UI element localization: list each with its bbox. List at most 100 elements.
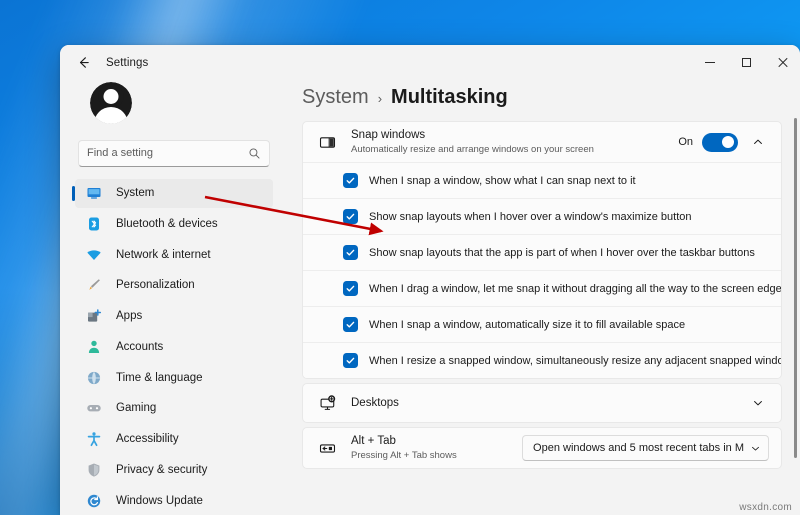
search-icon: [248, 147, 261, 160]
sidebar-item-label: Windows Update: [116, 494, 203, 507]
snap-option-label: Show snap layouts that the app is part o…: [369, 246, 755, 259]
sidebar-nav-list: System Bluetooth & devices Network & int…: [72, 178, 276, 515]
toggle-knob: [722, 136, 734, 148]
alt-tab-subtitle: Pressing Alt + Tab shows: [351, 450, 457, 461]
snap-option-label: When I drag a window, let me snap it wit…: [369, 282, 782, 295]
checkbox-checked-icon[interactable]: [343, 281, 358, 296]
snap-layout-icon: [317, 134, 337, 151]
snap-windows-text: Snap windows Automatically resize and ar…: [351, 128, 678, 156]
brush-icon: [85, 277, 103, 293]
alt-tab-card: Alt + Tab Pressing Alt + Tab shows Open …: [302, 427, 782, 469]
alt-tab-icon: [317, 440, 337, 457]
sidebar-item-personalization[interactable]: Personalization: [75, 271, 273, 300]
checkbox-checked-icon[interactable]: [343, 245, 358, 260]
breadcrumb: System › Multitasking: [302, 80, 782, 121]
snap-option-row[interactable]: When I snap a window, automatically size…: [303, 306, 781, 342]
sidebar-item-network-internet[interactable]: Network & internet: [75, 240, 273, 269]
alt-tab-text: Alt + Tab Pressing Alt + Tab shows: [351, 434, 522, 462]
main-content: System › Multitasking Snap windows Autom…: [288, 80, 800, 515]
sidebar-item-label: Bluetooth & devices: [116, 217, 218, 230]
apps-icon: [85, 308, 103, 324]
sidebar-item-label: Gaming: [116, 402, 157, 415]
window-controls: [692, 45, 800, 80]
alt-tab-controls: Open windows and 5 most recent tabs in M: [522, 435, 769, 461]
snap-option-label: When I resize a snapped window, simultan…: [369, 354, 782, 367]
breadcrumb-parent[interactable]: System: [302, 86, 369, 109]
checkbox-checked-icon[interactable]: [343, 209, 358, 224]
back-icon[interactable]: [68, 48, 98, 78]
desktops-text: Desktops: [351, 396, 747, 410]
window-body: System Bluetooth & devices: [60, 80, 800, 515]
search-box[interactable]: [78, 140, 270, 167]
search-input[interactable]: [87, 147, 248, 160]
shield-icon: [85, 462, 103, 478]
chevron-down-icon: [750, 443, 761, 454]
avatar-container: [72, 80, 276, 124]
snap-windows-subtitle: Automatically resize and arrange windows…: [351, 144, 594, 155]
sidebar-item-time-language[interactable]: Time & language: [75, 363, 273, 392]
snap-windows-header[interactable]: Snap windows Automatically resize and ar…: [303, 122, 781, 162]
sidebar-item-accessibility[interactable]: Accessibility: [75, 425, 273, 454]
snap-windows-controls: On: [678, 131, 769, 153]
sidebar-item-gaming[interactable]: Gaming: [75, 394, 273, 423]
desktops-controls: [747, 392, 769, 414]
minimize-button[interactable]: [692, 45, 728, 80]
settings-cards: Snap windows Automatically resize and ar…: [302, 121, 782, 469]
update-icon: [85, 493, 103, 509]
sidebar-item-windows-update[interactable]: Windows Update: [75, 486, 273, 515]
accessibility-icon: [85, 431, 103, 447]
chevron-up-icon[interactable]: [747, 131, 769, 153]
gamepad-icon: [85, 400, 103, 416]
snap-option-row[interactable]: When I resize a snapped window, simultan…: [303, 342, 781, 378]
snap-option-label: Show snap layouts when I hover over a wi…: [369, 210, 692, 223]
checkbox-checked-icon[interactable]: [343, 173, 358, 188]
page-title: Multitasking: [391, 86, 508, 108]
person-icon: [85, 339, 103, 355]
desktops-title: Desktops: [351, 397, 399, 409]
snap-windows-toggle-label: On: [678, 136, 693, 148]
clock-globe-icon: [85, 370, 103, 386]
sidebar-item-label: Accounts: [116, 340, 164, 353]
alt-tab-dropdown-value: Open windows and 5 most recent tabs in M: [533, 442, 744, 454]
close-button[interactable]: [764, 45, 800, 80]
snap-option-row[interactable]: Show snap layouts that the app is part o…: [303, 234, 781, 270]
sidebar-item-privacy-security[interactable]: Privacy & security: [75, 456, 273, 485]
sidebar-item-accounts[interactable]: Accounts: [75, 333, 273, 362]
checkbox-checked-icon[interactable]: [343, 353, 358, 368]
sidebar-item-label: Network & internet: [116, 248, 211, 261]
desktops-header[interactable]: Desktops: [303, 384, 781, 422]
alt-tab-title: Alt + Tab: [351, 435, 396, 447]
desktops-card[interactable]: Desktops: [302, 383, 782, 423]
snap-option-row[interactable]: Show snap layouts when I hover over a wi…: [303, 198, 781, 234]
sidebar-item-apps[interactable]: Apps: [75, 302, 273, 331]
bluetooth-icon: [85, 216, 103, 232]
sidebar-item-label: System: [116, 187, 155, 200]
snap-option-label: When I snap a window, automatically size…: [369, 318, 686, 331]
snap-option-label: When I snap a window, show what I can sn…: [369, 174, 636, 187]
desktops-icon: [317, 394, 337, 412]
snap-windows-title: Snap windows: [351, 129, 426, 141]
alt-tab-dropdown[interactable]: Open windows and 5 most recent tabs in M: [522, 435, 769, 461]
alt-tab-header: Alt + Tab Pressing Alt + Tab shows Open …: [303, 428, 781, 468]
watermark: wsxdn.com: [739, 502, 792, 513]
snap-windows-toggle[interactable]: [702, 132, 738, 152]
maximize-button[interactable]: [728, 45, 764, 80]
wifi-icon: [85, 247, 103, 263]
scrollbar-thumb[interactable]: [794, 118, 797, 458]
sidebar-item-system[interactable]: System: [72, 178, 273, 208]
snap-option-row[interactable]: When I drag a window, let me snap it wit…: [303, 270, 781, 306]
avatar[interactable]: [90, 82, 132, 124]
checkbox-checked-icon[interactable]: [343, 317, 358, 332]
chevron-down-icon[interactable]: [747, 392, 769, 414]
main-scrollbar[interactable]: [794, 118, 797, 507]
settings-window: Settings Find a setting System Bluetooth…: [60, 45, 800, 515]
sidebar-item-label: Personalization: [116, 279, 195, 292]
window-titlebar: Settings: [60, 45, 800, 80]
snap-option-row[interactable]: When I snap a window, show what I can sn…: [303, 162, 781, 198]
sidebar-item-label: Apps: [116, 310, 143, 323]
snap-windows-card: Snap windows Automatically resize and ar…: [302, 121, 782, 379]
sidebar-item-label: Time & language: [116, 371, 203, 384]
sidebar-item-bluetooth-devices[interactable]: Bluetooth & devices: [75, 210, 273, 239]
monitor-icon: [85, 185, 103, 201]
window-title: Settings: [106, 56, 149, 69]
